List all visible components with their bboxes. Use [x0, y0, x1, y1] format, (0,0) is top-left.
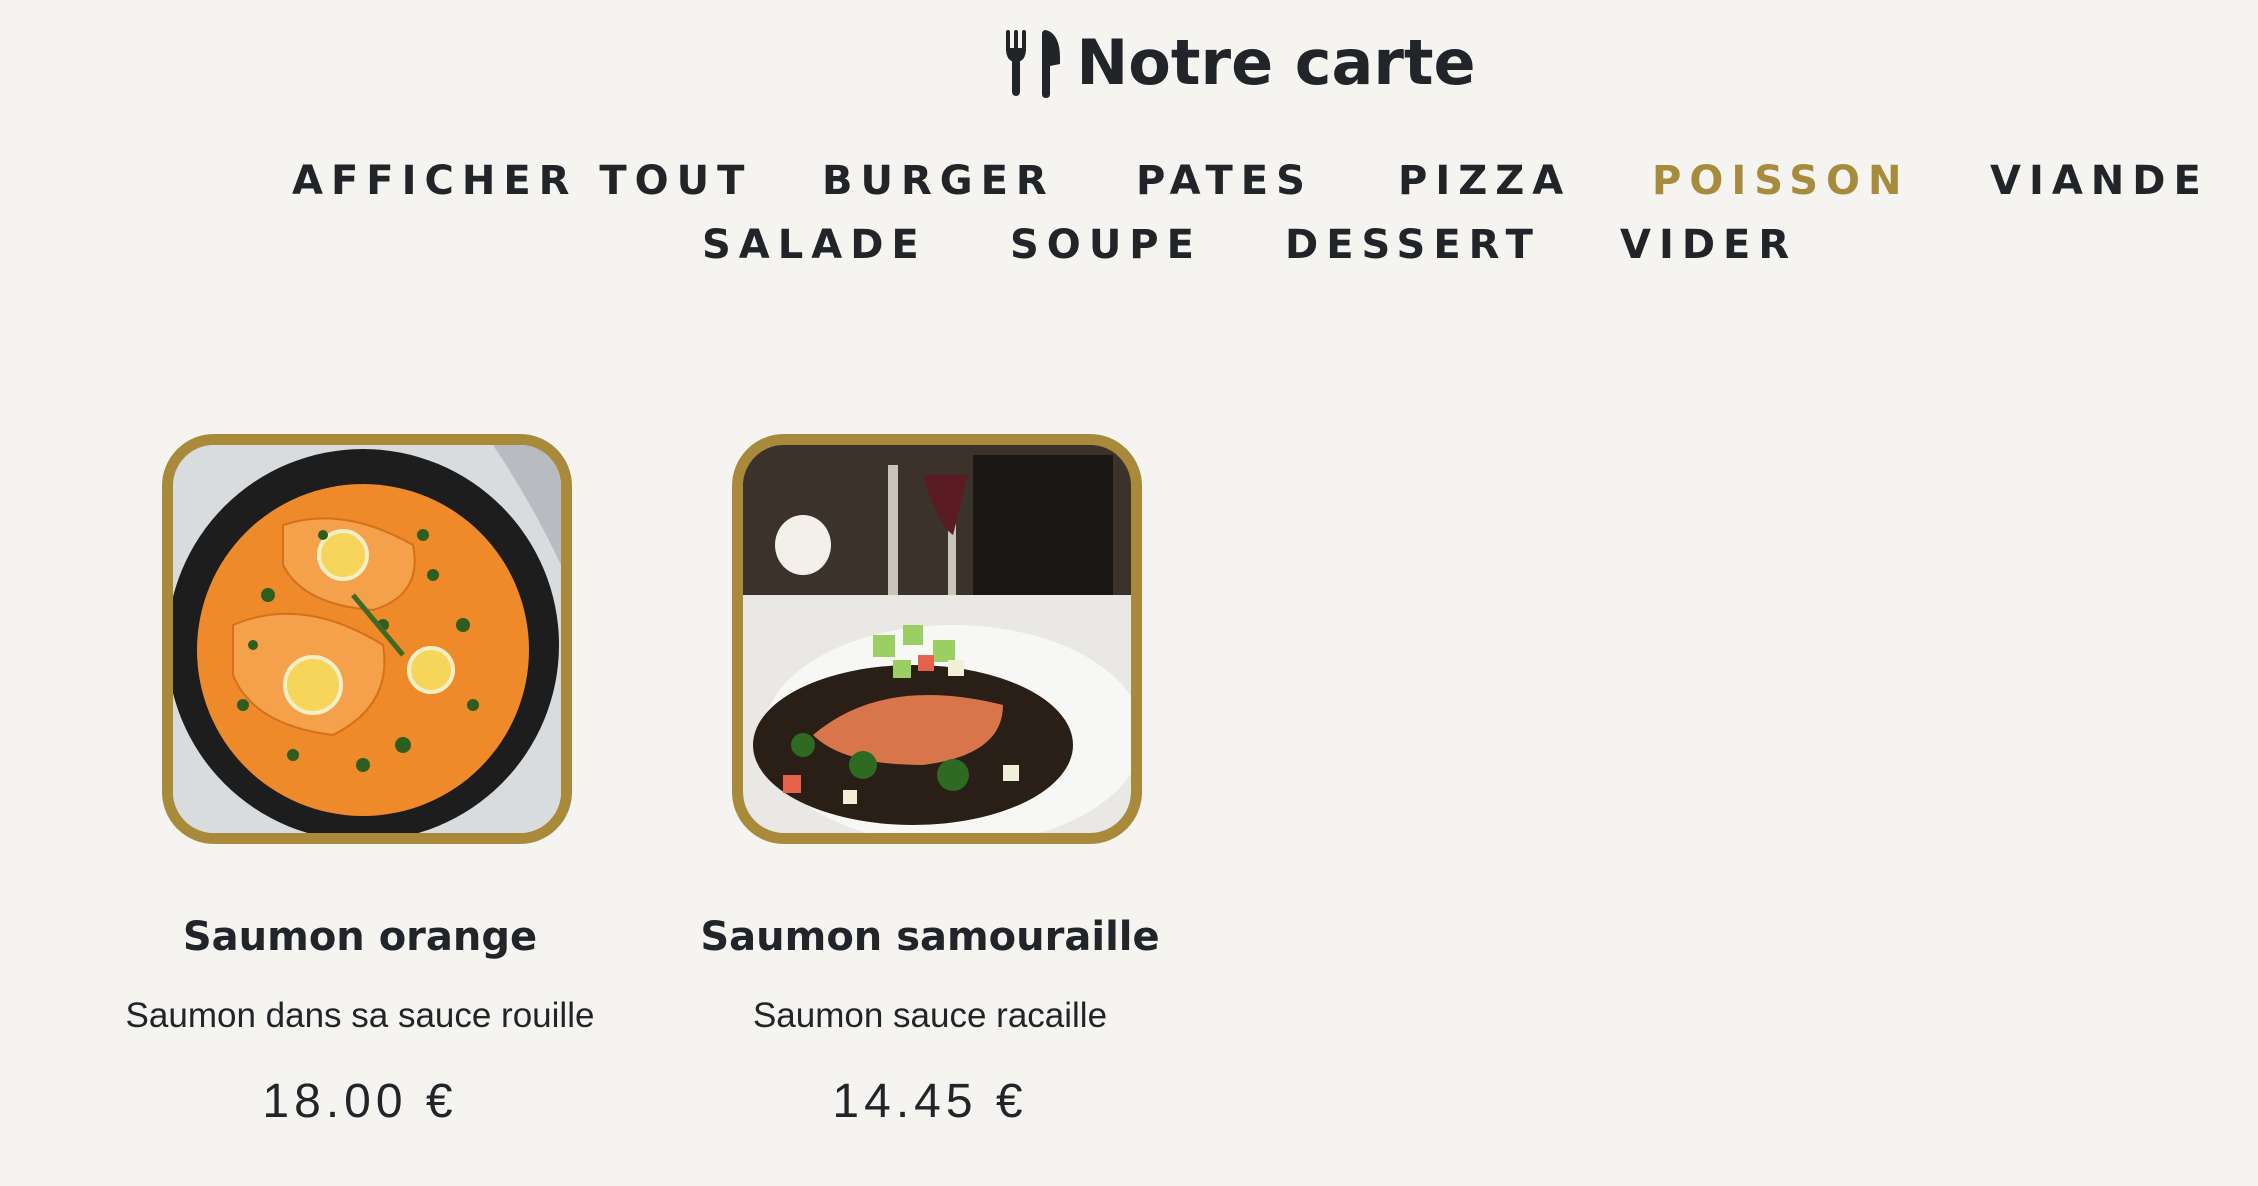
filter-salade[interactable]: SALADE	[702, 220, 927, 270]
filter-soupe[interactable]: SOUPE	[1010, 220, 1202, 270]
filter-pates[interactable]: PATES	[1136, 156, 1313, 206]
menu-item-description: Saumon sauce racaille	[752, 996, 1108, 1035]
header: Notre carte	[0, 28, 2258, 98]
menu-item-image[interactable]	[732, 434, 1142, 844]
menu-item-price: 18.00 €	[262, 1075, 458, 1128]
title-wrap: Notre carte	[1002, 26, 1476, 99]
menu-item-card[interactable]: Saumon orange Saumon dans sa sauce rouil…	[120, 434, 600, 1154]
filter-pizza[interactable]: PIZZA	[1398, 156, 1571, 206]
menu-item-name: Saumon orange	[182, 914, 538, 960]
menu-item-price: 14.45 €	[832, 1075, 1028, 1128]
filter-viande[interactable]: VIANDE	[1990, 156, 2209, 206]
utensils-icon	[1002, 28, 1064, 98]
filter-dessert[interactable]: DESSERT	[1285, 220, 1541, 270]
menu-item-name: Saumon samouraille	[700, 914, 1160, 960]
menu-item-description: Saumon dans sa sauce rouille	[125, 996, 595, 1035]
filter-row-2: SALADE SOUPE DESSERT VIDER	[0, 220, 2258, 270]
filter-vider[interactable]: VIDER	[1620, 220, 1797, 270]
filter-burger[interactable]: BURGER	[822, 156, 1055, 206]
filter-poisson[interactable]: POISSON	[1652, 156, 1910, 206]
filter-row-1: AFFICHER TOUT BURGER PATES PIZZA POISSON…	[0, 156, 2258, 206]
filter-afficher-tout[interactable]: AFFICHER TOUT	[292, 156, 752, 206]
page-title: Notre carte	[1076, 26, 1476, 99]
menu-item-card[interactable]: Saumon samouraille Saumon sauce racaille…	[690, 434, 1170, 1154]
menu-item-image[interactable]	[162, 434, 572, 844]
